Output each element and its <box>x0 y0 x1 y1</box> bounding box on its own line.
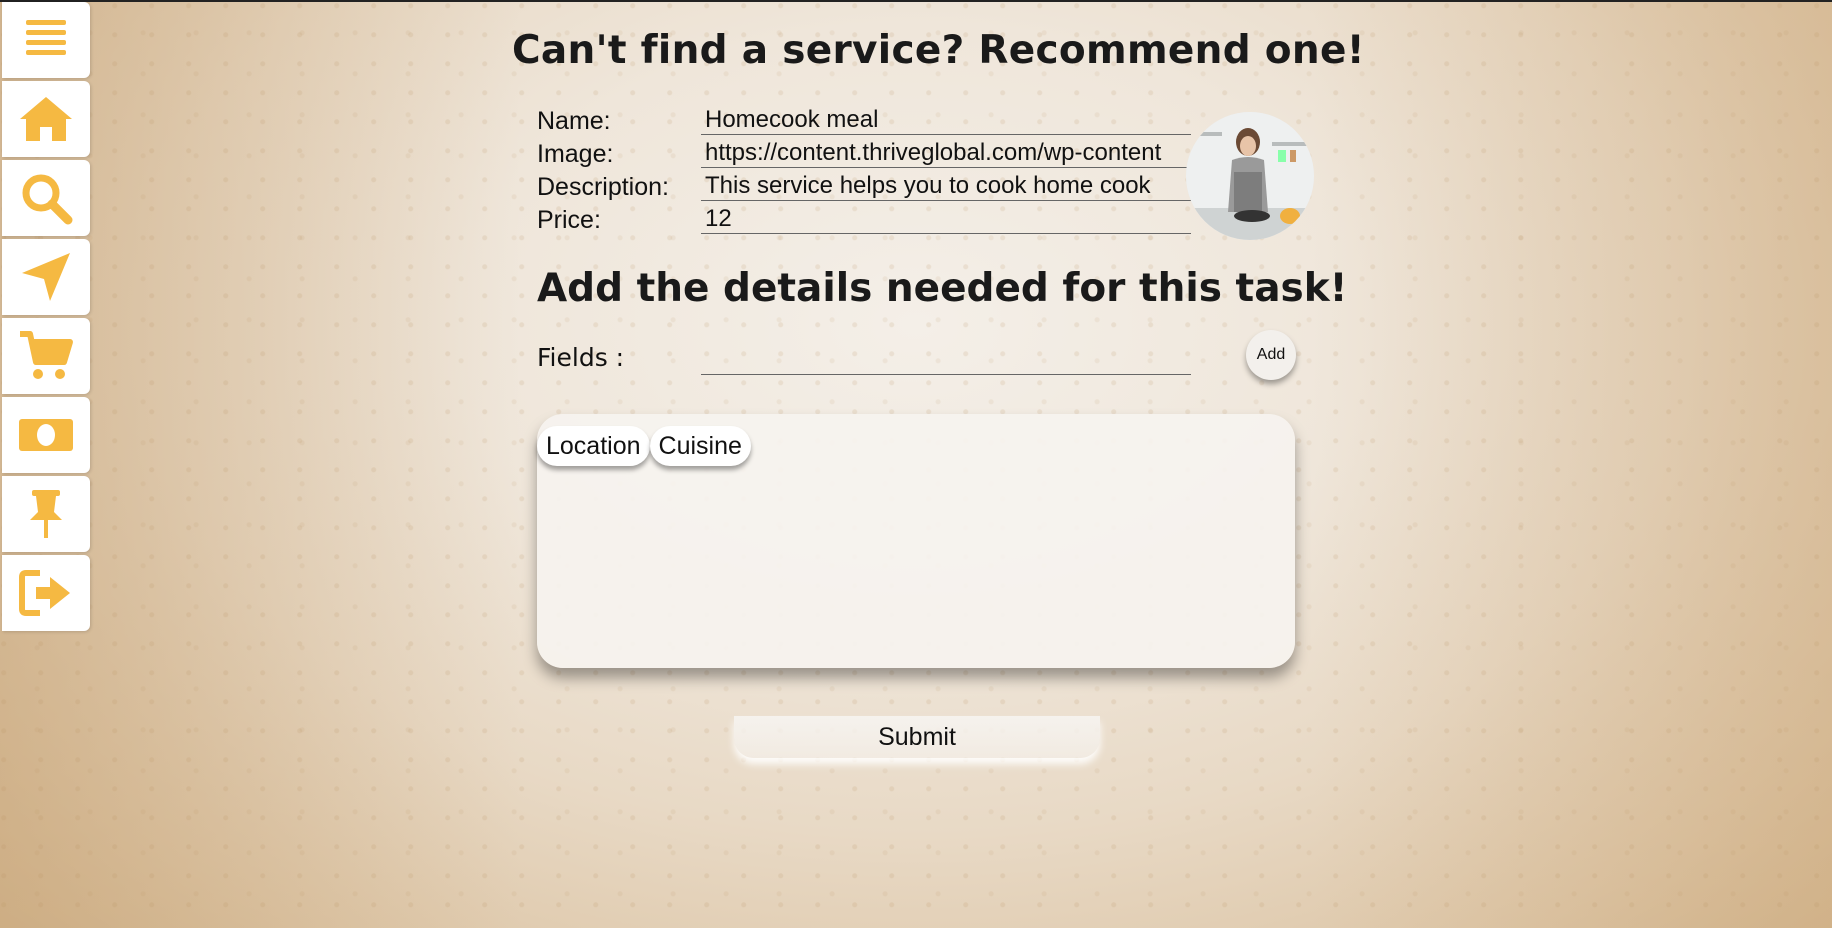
submit-button[interactable]: Submit <box>734 716 1100 758</box>
sidebar-item-pinned[interactable] <box>2 476 90 552</box>
sidebar-item-cart[interactable] <box>2 318 90 394</box>
sidebar <box>2 2 90 634</box>
name-row: Name: Homecook meal <box>537 104 1197 137</box>
price-row: Price: 12 <box>537 203 1197 236</box>
fields-input[interactable] <box>701 342 1191 375</box>
logout-icon <box>19 570 70 616</box>
price-label: Price: <box>537 206 601 234</box>
name-label: Name: <box>537 107 611 135</box>
name-field[interactable]: Homecook meal <box>701 104 1191 135</box>
sidebar-item-payments[interactable] <box>2 397 90 473</box>
location-arrow-icon <box>22 253 70 301</box>
sidebar-item-logout[interactable] <box>2 555 90 631</box>
menu-icon <box>26 20 66 55</box>
image-url-field[interactable]: https://content.thriveglobal.com/wp-cont… <box>701 137 1191 168</box>
search-icon <box>22 174 73 225</box>
tag-location[interactable]: Location <box>537 426 650 466</box>
fields-tag-box: Location Cuisine <box>537 414 1295 668</box>
sidebar-item-location[interactable] <box>2 239 90 315</box>
sidebar-item-menu[interactable] <box>2 2 90 78</box>
description-row: Description: This service helps you to c… <box>537 170 1197 203</box>
money-icon <box>19 419 73 451</box>
service-image-preview <box>1186 112 1314 240</box>
cart-icon <box>20 331 73 379</box>
description-field[interactable]: This service helps you to cook home cook <box>701 170 1191 201</box>
service-form: Name: Homecook meal Image: https://conte… <box>537 104 1197 236</box>
pin-icon <box>30 490 62 538</box>
add-field-button[interactable]: Add <box>1246 330 1296 380</box>
tag-cuisine[interactable]: Cuisine <box>649 426 751 466</box>
details-title: Add the details needed for this task! <box>537 266 1348 311</box>
description-label: Description: <box>537 173 669 201</box>
image-label: Image: <box>537 140 614 168</box>
sidebar-item-search[interactable] <box>2 160 90 236</box>
price-field[interactable]: 12 <box>701 203 1191 234</box>
fields-label: Fields : <box>537 343 625 372</box>
page-title: Can't find a service? Recommend one! <box>512 28 1365 73</box>
sidebar-item-home[interactable] <box>2 81 90 157</box>
home-icon <box>20 97 72 141</box>
tag-list: Location Cuisine <box>537 426 751 466</box>
image-row: Image: https://content.thriveglobal.com/… <box>537 137 1197 170</box>
